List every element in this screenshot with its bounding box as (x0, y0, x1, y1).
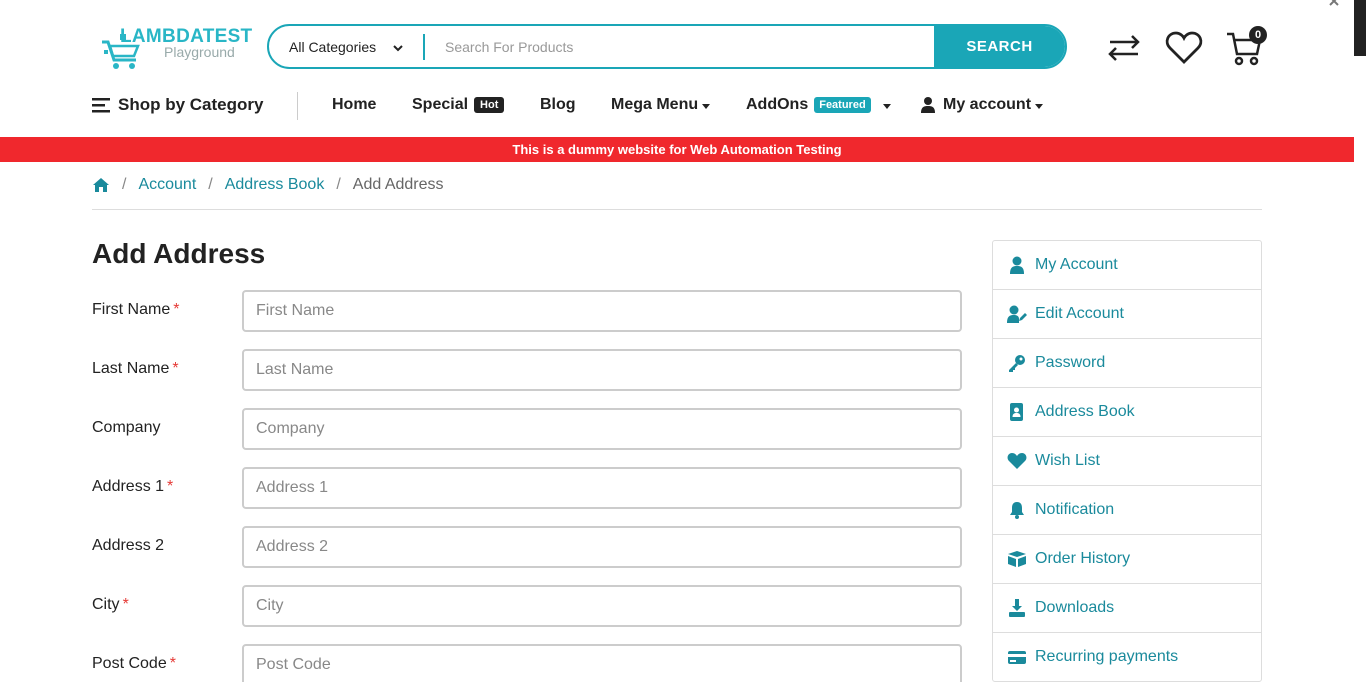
nav-addons[interactable]: AddOns Featured (746, 90, 891, 120)
sidebar-item-my-account[interactable]: My Account (993, 241, 1261, 290)
credit-card-icon (1008, 651, 1026, 664)
close-icon[interactable] (1329, 0, 1339, 6)
cart-count-badge: 0 (1249, 26, 1267, 44)
page-title: Add Address (92, 238, 266, 269)
sidebar-item-label: Edit Account (1035, 305, 1124, 322)
nav-blog[interactable]: Blog (540, 90, 576, 120)
caret-down-icon (702, 103, 711, 109)
logo-subtitle: Playground (164, 44, 235, 60)
heart-icon (1007, 453, 1027, 469)
breadcrumb-current: Add Address (352, 176, 444, 193)
city-label: City * (92, 596, 129, 613)
sidebar-item-label: Recurring payments (1035, 648, 1179, 665)
last-name-row: Last Name * (92, 349, 962, 391)
address-1-row: Address 1 * (92, 467, 962, 509)
nav-special[interactable]: Special Hot (412, 90, 505, 120)
company-label: Company (92, 419, 161, 436)
nav-mega-menu[interactable]: Mega Menu (611, 90, 711, 120)
breadcrumb-separator: / (122, 176, 127, 193)
notice-banner: This is a dummy website for Web Automati… (0, 137, 1354, 162)
breadcrumb: / Account / Address Book / Add Address (92, 173, 444, 197)
sidebar-item-order-history[interactable]: Order History (993, 535, 1261, 584)
breadcrumb-divider (92, 209, 1262, 210)
sidebar-item-downloads[interactable]: Downloads (993, 584, 1261, 633)
user-edit-icon (1007, 305, 1027, 323)
first-name-row: First Name * (92, 290, 962, 332)
home-icon[interactable] (92, 177, 110, 193)
nav-home[interactable]: Home (332, 90, 376, 120)
caret-down-icon (1035, 103, 1044, 109)
box-icon (1008, 551, 1026, 567)
address-2-field[interactable] (242, 526, 962, 568)
company-row: Company (92, 408, 962, 450)
post-code-field[interactable] (242, 644, 962, 682)
address-1-field[interactable] (242, 467, 962, 509)
scrollbar-thumb[interactable] (1354, 0, 1366, 56)
account-sidebar: My Account Edit Account Password Address… (992, 240, 1262, 682)
company-field[interactable] (242, 408, 962, 450)
sidebar-item-label: Password (1035, 354, 1106, 371)
sidebar-item-label: Downloads (1035, 599, 1115, 616)
search-button[interactable]: SEARCH (934, 26, 1065, 67)
first-name-field[interactable] (242, 290, 962, 332)
sidebar-item-label: Address Book (1035, 403, 1135, 420)
city-row: City * (92, 585, 962, 627)
city-field[interactable] (242, 585, 962, 627)
post-code-label: Post Code * (92, 655, 176, 672)
wishlist-heart-icon[interactable] (1164, 28, 1204, 68)
site-logo[interactable]: LAMBDATEST Playground (100, 22, 252, 74)
sidebar-item-label: My Account (1035, 256, 1118, 273)
site-header: LAMBDATEST Playground All Categories SEA… (0, 0, 1354, 137)
sidebar-item-wish-list[interactable]: Wish List (993, 437, 1261, 486)
search-bar: All Categories SEARCH (267, 24, 1067, 69)
search-input[interactable] (425, 26, 934, 67)
nav-divider (297, 92, 298, 120)
breadcrumb-account[interactable]: Account (138, 176, 196, 194)
sidebar-item-label: Notification (1035, 501, 1115, 518)
sidebar-item-label: Order History (1035, 550, 1131, 567)
category-selected: All Categories (289, 38, 377, 55)
last-name-label: Last Name * (92, 360, 179, 377)
nav-addons-label: AddOns (746, 96, 809, 113)
compare-icon[interactable] (1104, 28, 1144, 68)
download-icon (1009, 599, 1025, 617)
nav-special-label: Special (412, 96, 469, 113)
user-icon (1010, 256, 1024, 274)
address-book-icon (1010, 403, 1023, 421)
sidebar-item-edit-account[interactable]: Edit Account (993, 290, 1261, 339)
breadcrumb-separator: / (208, 176, 213, 193)
menu-bars-icon (92, 98, 110, 113)
address-2-label: Address 2 (92, 537, 165, 554)
sidebar-item-address-book[interactable]: Address Book (993, 388, 1261, 437)
shop-by-category-label: Shop by Category (118, 95, 264, 114)
sidebar-item-notification[interactable]: Notification (993, 486, 1261, 535)
shop-by-category-button[interactable]: Shop by Category (92, 90, 263, 120)
breadcrumb-separator: / (336, 176, 341, 193)
sidebar-item-recurring-payments[interactable]: Recurring payments (993, 633, 1261, 681)
nav-my-account[interactable]: My account (921, 90, 1044, 120)
sidebar-item-password[interactable]: Password (993, 339, 1261, 388)
post-code-row: Post Code * (92, 644, 962, 682)
sidebar-item-label: Wish List (1035, 452, 1100, 469)
chevron-down-icon (393, 45, 403, 52)
breadcrumb-address-book[interactable]: Address Book (225, 176, 325, 194)
first-name-label: First Name * (92, 301, 180, 318)
address-2-row: Address 2 (92, 526, 962, 568)
caret-down-icon (882, 103, 891, 109)
nav-my-account-label: My account (943, 96, 1032, 113)
hot-badge: Hot (474, 97, 505, 113)
address-1-label: Address 1 * (92, 478, 174, 495)
last-name-field[interactable] (242, 349, 962, 391)
user-icon (921, 97, 935, 113)
nav-mega-menu-label: Mega Menu (611, 96, 699, 113)
category-dropdown[interactable]: All Categories (269, 26, 423, 67)
bell-icon (1010, 502, 1024, 519)
featured-badge: Featured (814, 97, 871, 113)
key-icon (1009, 355, 1025, 372)
